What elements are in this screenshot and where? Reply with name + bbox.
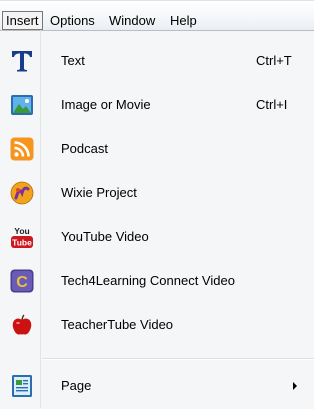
menu-item-tech4learning-connect-video[interactable]: C Tech4Learning Connect Video: [0, 259, 314, 303]
tech4learning-icon: C: [10, 269, 34, 293]
svg-text:You: You: [14, 226, 29, 236]
menu-item-youtube-video[interactable]: You Tube YouTube Video: [0, 215, 314, 259]
svg-text:C: C: [16, 274, 28, 291]
menu-item-page[interactable]: Page: [0, 364, 314, 408]
menu-separator-highlight: [42, 359, 314, 360]
menu-item-label: Text: [61, 53, 85, 68]
menu-item-podcast[interactable]: Podcast: [0, 127, 314, 171]
menu-item-label: Tech4Learning Connect Video: [61, 273, 235, 288]
menu-item-teachertube-video[interactable]: TeacherTube Video: [0, 303, 314, 347]
menu-item-label: Podcast: [61, 141, 108, 156]
menu-help[interactable]: Help: [167, 12, 200, 30]
menu-item-shortcut: Ctrl+I: [256, 97, 288, 112]
menu-item-label: Image or Movie: [61, 97, 151, 112]
text-t-icon: [12, 51, 32, 72]
menu-item-text[interactable]: Text Ctrl+T: [0, 39, 314, 83]
menu-window[interactable]: Window: [106, 12, 158, 30]
wixie-icon: [10, 181, 34, 205]
menu-bar: Insert Options Window Help: [0, 0, 314, 31]
menu-item-label: YouTube Video: [61, 229, 149, 244]
menu-item-label: Wixie Project: [61, 185, 137, 200]
svg-text:Tube: Tube: [12, 238, 32, 248]
youtube-icon: You Tube: [11, 226, 33, 248]
podcast-rss-icon: [10, 137, 34, 161]
submenu-arrow-icon: [293, 382, 297, 390]
image-icon: [11, 95, 33, 115]
menu-item-image-or-movie[interactable]: Image or Movie Ctrl+I: [0, 83, 314, 127]
page-icon: [12, 375, 32, 397]
menu-item-label: TeacherTube Video: [61, 317, 174, 332]
menu-options[interactable]: Options: [47, 12, 98, 30]
menu-insert[interactable]: Insert: [2, 11, 43, 30]
menu-item-label: Page: [61, 378, 92, 393]
menu-item-shortcut: Ctrl+T: [256, 53, 292, 68]
menu-item-wixie-project[interactable]: Wixie Project: [0, 171, 314, 215]
teachertube-apple-icon: [12, 314, 32, 335]
